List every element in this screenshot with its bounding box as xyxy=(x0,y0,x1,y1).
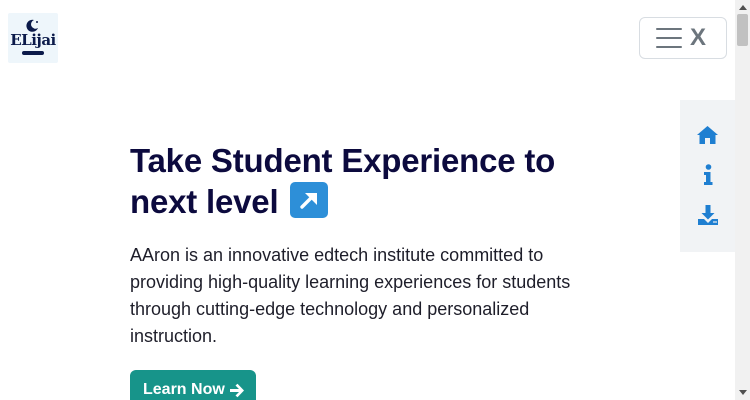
logo-pen-shape xyxy=(22,51,44,55)
scroll-down-icon[interactable] xyxy=(739,390,747,395)
side-menu xyxy=(680,100,735,252)
hamburger-icon xyxy=(656,28,682,48)
moon-icon xyxy=(26,19,38,32)
learn-now-button[interactable]: Learn Now xyxy=(130,370,256,400)
side-menu-home[interactable] xyxy=(696,124,720,146)
hero-section: Take Student Experience to next level AA… xyxy=(130,140,600,350)
side-menu-download[interactable] xyxy=(696,204,720,226)
hero-title-text: Take Student Experience to next level xyxy=(130,142,556,220)
scroll-up-icon[interactable] xyxy=(739,5,747,10)
side-menu-info[interactable] xyxy=(696,164,720,186)
navbar-toggle-button[interactable]: X xyxy=(639,17,727,59)
close-label: X xyxy=(689,24,706,51)
download-icon xyxy=(697,205,718,225)
scrollbar-thumb[interactable] xyxy=(737,14,748,46)
north-east-arrow-icon xyxy=(290,182,329,218)
page-scrollbar[interactable] xyxy=(735,0,750,400)
arrow-right-icon xyxy=(229,383,244,397)
home-icon xyxy=(697,126,718,144)
hero-description: AAron is an innovative edtech institute … xyxy=(130,245,571,346)
hero-title: Take Student Experience to next level xyxy=(130,140,600,222)
info-icon xyxy=(703,164,712,185)
learn-now-label: Learn Now xyxy=(143,381,225,398)
brand-logo[interactable]: ELijai xyxy=(8,13,58,63)
logo-wordmark: ELijai xyxy=(10,31,56,49)
